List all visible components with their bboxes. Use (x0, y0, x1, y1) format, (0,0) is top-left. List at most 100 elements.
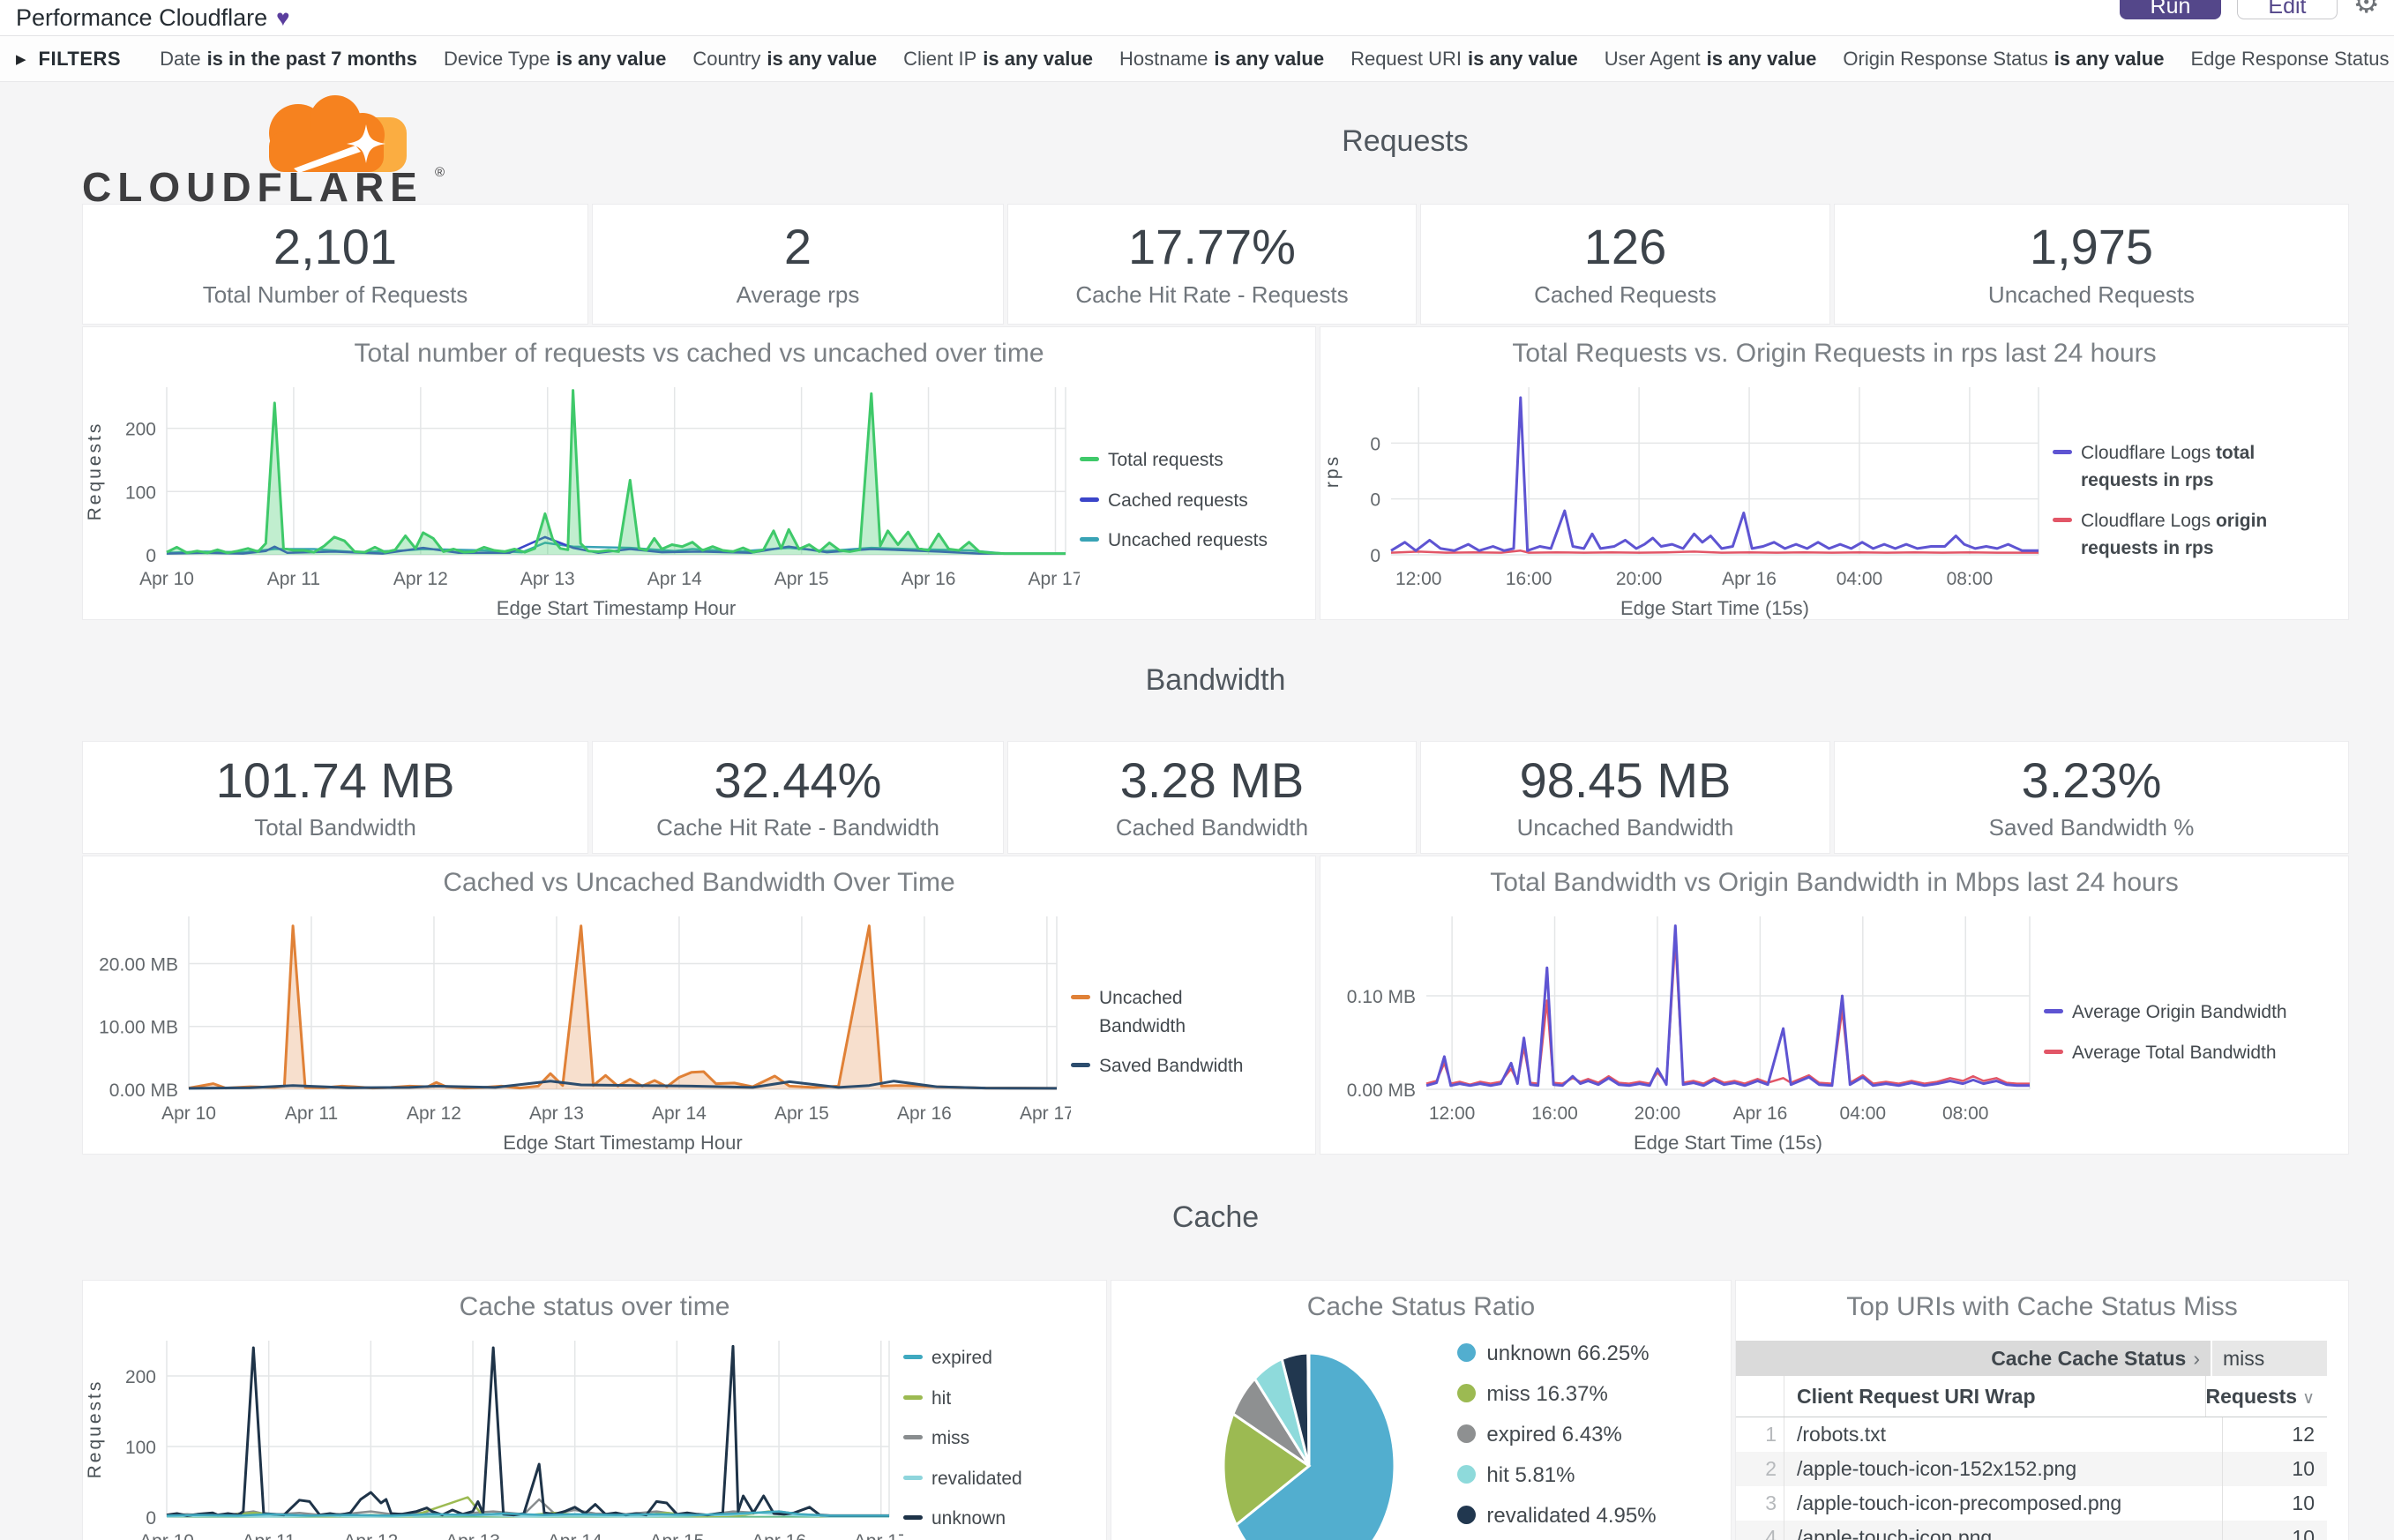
legend-item[interactable]: expired (903, 1344, 1053, 1372)
legend-label: hit (931, 1385, 951, 1413)
uri-cell[interactable]: /apple-touch-icon.png (1784, 1521, 2223, 1540)
chart-legend: Cloudflare Logs total requests in rps Clo… (2053, 433, 2317, 569)
table-row[interactable]: 1/robots.txt12 (1736, 1417, 2327, 1452)
legend-item[interactable]: Average Origin Bandwidth (2044, 998, 2300, 1027)
filter-item[interactable]: Hostnameis any value (1119, 48, 1324, 71)
pivot-value: miss (2212, 1341, 2327, 1376)
gear-icon[interactable]: ⚙ (2353, 0, 2380, 18)
svg-text:10.00 MB: 10.00 MB (99, 1018, 178, 1038)
chart-row-cache: Cache status over time Apr 10Apr 11Apr 1… (82, 1280, 2349, 1540)
filter-item[interactable]: Device Typeis any value (444, 48, 666, 71)
legend-label: miss (931, 1424, 969, 1453)
chart-title: Cache Status Ratio (1111, 1290, 1731, 1328)
chart-legend: expiredhitmissrevalidatedunknownupdating (903, 1338, 1053, 1540)
table-row[interactable]: 4/apple-touch-icon.png10 (1736, 1521, 2327, 1540)
legend-item[interactable]: miss (903, 1424, 1053, 1453)
legend-item[interactable]: Cloudflare Logs origin requests in rps (2053, 507, 2317, 563)
legend-item[interactable]: unknown (903, 1505, 1053, 1533)
uri-cell[interactable]: /apple-touch-icon-152x152.png (1784, 1452, 2223, 1486)
svg-text:Apr 16: Apr 16 (1722, 569, 1777, 589)
table-row[interactable]: 2/apple-touch-icon-152x152.png10 (1736, 1452, 2327, 1486)
legend-item[interactable]: expired 6.43% (1457, 1419, 1656, 1451)
legend-label: Uncached Bandwidth (1099, 984, 1274, 1040)
legend-swatch (1457, 1343, 1476, 1362)
filter-bar: ▶ FILTERS Dateis in the past 7 monthsDev… (0, 36, 2394, 82)
legend-item[interactable]: unknown 66.25% (1457, 1338, 1656, 1370)
chart-legend: Total requests Cached requests Uncached re… (1080, 440, 1283, 561)
svg-text:20:00: 20:00 (1616, 569, 1663, 589)
legend-item[interactable]: hit (903, 1385, 1053, 1413)
kpi-value: 3.23% (2022, 753, 2162, 808)
legend-swatch (2044, 1050, 2063, 1054)
filter-item[interactable]: Origin Response Statusis any value (1843, 48, 2164, 71)
svg-text:04:00: 04:00 (1837, 569, 1883, 589)
legend-item[interactable]: Average Total Bandwidth (2044, 1039, 2300, 1067)
svg-text:Apr 16: Apr 16 (1732, 1103, 1787, 1124)
filter-item[interactable]: Dateis in the past 7 months (160, 48, 417, 71)
run-button[interactable]: Run (2120, 0, 2222, 19)
kpi-tile: 1,975Uncached Requests (1834, 204, 2349, 325)
table-row[interactable]: 3/apple-touch-icon-precomposed.png10 (1736, 1486, 2327, 1521)
legend-item[interactable]: miss 16.37% (1457, 1379, 1656, 1410)
svg-text:Apr 11: Apr 11 (267, 569, 320, 589)
row-number: 2 (1736, 1452, 1784, 1486)
header-actions: Run Edit ⚙ (2120, 0, 2380, 19)
requests-cell: 12 (2223, 1417, 2327, 1452)
pie-legend: unknown 66.25% miss 16.37% expired 6.43% hi… (1457, 1334, 1656, 1540)
legend-item[interactable]: Uncached Bandwidth (1071, 984, 1274, 1040)
filter-item[interactable]: User Agentis any value (1605, 48, 1817, 71)
uri-column-header[interactable]: Client Request URI Wrap (1784, 1376, 2206, 1417)
filter-list: Dateis in the past 7 months Device Typeis… (160, 48, 2394, 71)
filter-item[interactable]: Client IPis any value (903, 48, 1093, 71)
kpi-label: Total Number of Requests (203, 281, 468, 309)
svg-text:Apr 17: Apr 17 (854, 1531, 903, 1540)
uri-cell[interactable]: /apple-touch-icon-precomposed.png (1784, 1486, 2223, 1521)
filter-item[interactable]: Request URIis any value (1350, 48, 1578, 71)
svg-text:Apr 11: Apr 11 (243, 1531, 296, 1540)
svg-text:Apr 14: Apr 14 (647, 569, 702, 589)
legend-item[interactable]: revalidated 4.95% (1457, 1500, 1656, 1532)
legend-item[interactable]: Cloudflare Logs total requests in rps (2053, 439, 2317, 495)
svg-text:Apr 16: Apr 16 (752, 1531, 806, 1540)
chart-canvas: 12:0016:0020:00Apr 1604:0008:00000Edge S… (1320, 375, 2053, 620)
svg-text:Apr 10: Apr 10 (139, 1531, 194, 1540)
panel-cache-status-ratio: Cache Status Ratio unknown 66.25% miss 16… (1111, 1280, 1732, 1540)
legend-item[interactable]: Cached requests (1080, 487, 1283, 515)
legend-item[interactable]: revalidated (903, 1465, 1053, 1493)
legend-item[interactable]: Uncached requests (1080, 527, 1283, 555)
filters-expand-icon[interactable]: ▶ (16, 51, 26, 67)
svg-text:Apr 15: Apr 15 (774, 1103, 829, 1124)
kpi-value: 2 (784, 220, 812, 274)
legend-swatch (1457, 1384, 1476, 1402)
edit-button[interactable]: Edit (2237, 0, 2337, 19)
row-number-header (1736, 1376, 1784, 1417)
dashboard-header: Performance Cloudflare ♥ Run Edit ⚙ (0, 0, 2394, 36)
svg-text:Apr 14: Apr 14 (652, 1103, 707, 1124)
panel-requests-over-time: Total number of requests vs cached vs un… (82, 326, 1316, 620)
brand-row: CLOUDFLARE ® Requests (82, 82, 2349, 204)
svg-text:0: 0 (1370, 490, 1380, 511)
svg-text:100: 100 (125, 1438, 156, 1458)
svg-text:Edge Start Timestamp Hour: Edge Start Timestamp Hour (497, 597, 736, 619)
uri-table: Cache Cache Status› miss Client Request … (1736, 1341, 2327, 1540)
filter-item[interactable]: Edge Response Statusis any value (2190, 48, 2394, 71)
svg-text:12:00: 12:00 (1395, 569, 1442, 589)
legend-item[interactable]: Total requests (1080, 446, 1283, 475)
kpi-label: Cache Hit Rate - Bandwidth (656, 814, 939, 841)
legend-item[interactable]: hit 5.81% (1457, 1460, 1656, 1491)
uri-table-body: 1/robots.txt122/apple-touch-icon-152x152… (1736, 1417, 2327, 1540)
legend-item[interactable]: Saved Bandwidth (1071, 1052, 1274, 1080)
svg-text:Apr 15: Apr 15 (649, 1531, 704, 1540)
filter-item[interactable]: Countryis any value (692, 48, 877, 71)
requests-cell: 10 (2223, 1486, 2327, 1521)
kpi-label: Saved Bandwidth % (1989, 814, 2195, 841)
pivot-field-header[interactable]: Cache Cache Status› (1736, 1341, 2212, 1376)
chart-legend: Average Origin Bandwidth Average Total Ba… (2044, 992, 2300, 1073)
requests-column-header[interactable]: Requests∨ (2206, 1376, 2327, 1417)
pie-slice-updating[interactable] (1308, 1353, 1309, 1466)
uri-cell[interactable]: /robots.txt (1784, 1417, 2223, 1452)
svg-text:Apr 10: Apr 10 (139, 569, 194, 589)
legend-swatch (2053, 450, 2072, 454)
table-column-headers: Client Request URI Wrap Requests∨ (1736, 1376, 2327, 1417)
favorite-heart-icon[interactable]: ♥ (276, 4, 289, 32)
